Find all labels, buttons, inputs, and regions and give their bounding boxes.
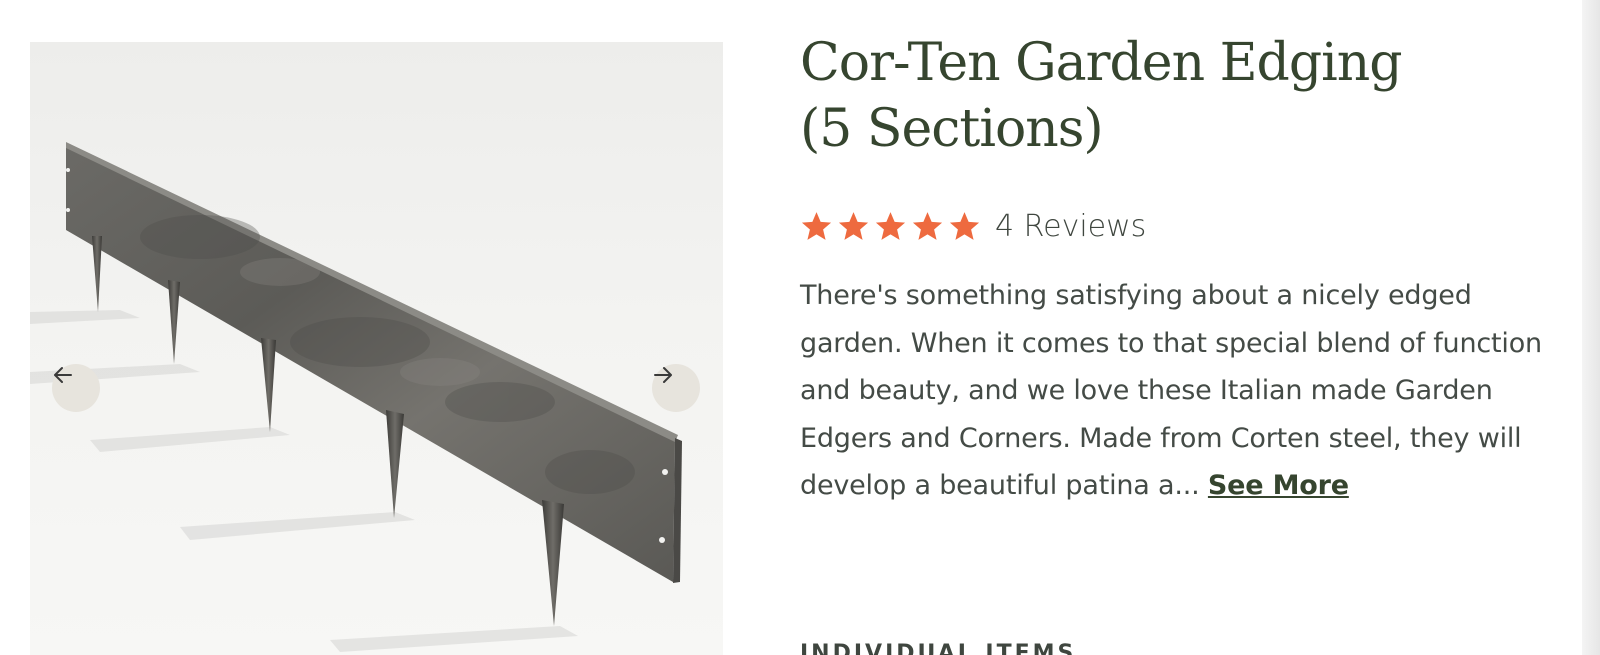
page-scrollbar[interactable] [1582, 0, 1600, 655]
arrow-right-icon [654, 367, 672, 383]
star-icon [912, 211, 943, 240]
product-description-text: There's something satisfying about a nic… [800, 280, 1542, 501]
star-rating [800, 210, 981, 243]
review-count-link[interactable]: 4 Reviews [995, 209, 1146, 244]
product-title: Cor-Ten Garden Edging (5 Sections) [800, 33, 1403, 159]
individual-items-heading: INDIVIDUAL ITEMS [800, 641, 1077, 655]
arrow-left-icon [54, 367, 72, 383]
star-icon [949, 211, 980, 240]
star-icon [801, 211, 832, 240]
product-info: Cor-Ten Garden Edging (5 Sections) 4 Rev… [800, 30, 1580, 510]
product-image [30, 142, 682, 652]
gallery-next-button[interactable] [652, 364, 700, 412]
product-image-gallery [30, 42, 723, 655]
product-description: There's something satisfying about a nic… [800, 272, 1570, 510]
star-icon [838, 211, 869, 240]
product-rating[interactable]: 4 Reviews [800, 206, 1580, 246]
see-more-link[interactable]: See More [1208, 470, 1349, 501]
star-icon [875, 211, 906, 240]
gallery-prev-button[interactable] [52, 364, 100, 412]
